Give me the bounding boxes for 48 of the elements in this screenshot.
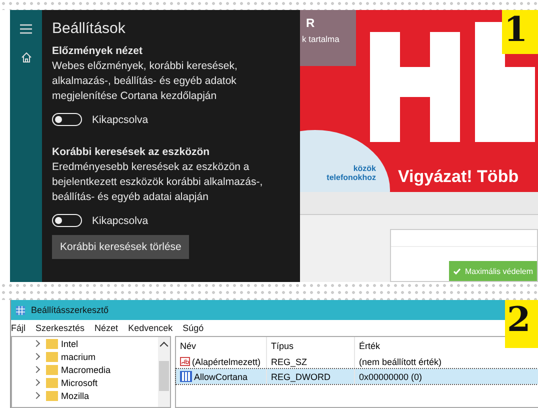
value-data: (nem beállított érték) bbox=[358, 356, 443, 369]
section-description: Webes előzmények, korábbi keresések, alkalmazás-, beállítás- és egyéb adatok megjelenítése Cortana kezdőlapján bbox=[52, 59, 238, 104]
status-text: Maximális védelem bbox=[465, 266, 534, 276]
check-icon bbox=[453, 268, 461, 274]
header-link[interactable]: k tartalma bbox=[302, 34, 356, 44]
window-title: Beállításszerkesztő bbox=[31, 305, 109, 315]
toggle-label: Kikapcsolva bbox=[92, 114, 148, 126]
menu-item[interactable]: Súgó bbox=[182, 323, 204, 333]
clear-history-button[interactable]: Korábbi keresések törlése bbox=[52, 235, 190, 259]
toggle-label: Kikapcsolva bbox=[92, 214, 148, 226]
header-letter: R bbox=[306, 16, 316, 30]
step-badge: 2 bbox=[505, 300, 538, 348]
menu-item[interactable]: Kedvencek bbox=[128, 323, 173, 333]
home-icon[interactable] bbox=[20, 52, 32, 63]
tree-item[interactable]: Intel bbox=[61, 338, 78, 348]
menu-icon[interactable] bbox=[20, 24, 32, 34]
step-badge: 1 bbox=[502, 10, 538, 54]
folder-icon bbox=[46, 364, 58, 374]
section-heading: Korábbi keresések az eszközön bbox=[52, 146, 211, 158]
tree-item[interactable]: Microsoft bbox=[61, 378, 98, 388]
toggle-switch[interactable] bbox=[52, 113, 82, 126]
column-header[interactable]: Érték bbox=[355, 337, 384, 354]
tree-item[interactable]: macrium bbox=[61, 352, 96, 362]
column-header[interactable]: Típus bbox=[267, 337, 355, 354]
column-header[interactable]: Név bbox=[176, 337, 267, 354]
folder-icon bbox=[46, 338, 58, 348]
menu-item[interactable]: Nézet bbox=[94, 323, 118, 333]
toggle-switch[interactable] bbox=[52, 214, 82, 227]
menu-item[interactable]: Szerkesztés bbox=[36, 323, 85, 333]
tree-item[interactable]: Macromedia bbox=[61, 364, 111, 374]
value-name: AllowCortana bbox=[194, 372, 248, 382]
menu-item[interactable]: Fájl bbox=[11, 323, 26, 333]
value-row[interactable]: AllowCortana REG_DWORD 0x00000000 (0) bbox=[176, 369, 538, 384]
registry-icon bbox=[15, 304, 27, 316]
folder-icon bbox=[46, 352, 58, 362]
folder-icon bbox=[46, 378, 58, 388]
panel-title: Beállítások bbox=[52, 20, 126, 37]
folder-icon bbox=[46, 390, 58, 400]
section-description: Eredményesebb keresések az eszközön a bejelentkezett eszközök korábbi alkalmazás-, beállítás- és egyéb adatai alapján bbox=[52, 160, 264, 205]
scrollbar[interactable] bbox=[158, 337, 170, 407]
value-type: REG_DWORD bbox=[267, 369, 355, 384]
tree-item[interactable]: Mozilla bbox=[61, 390, 90, 400]
section-heading: Előzmények nézet bbox=[52, 45, 144, 57]
binary-value-icon bbox=[180, 371, 192, 382]
string-value-icon bbox=[180, 357, 190, 366]
disc-drawing: közök telefonokhoz bbox=[300, 130, 390, 192]
value-name: (Alapértelmezett) bbox=[192, 356, 261, 366]
value-data: 0x00000000 (0) bbox=[358, 370, 424, 384]
